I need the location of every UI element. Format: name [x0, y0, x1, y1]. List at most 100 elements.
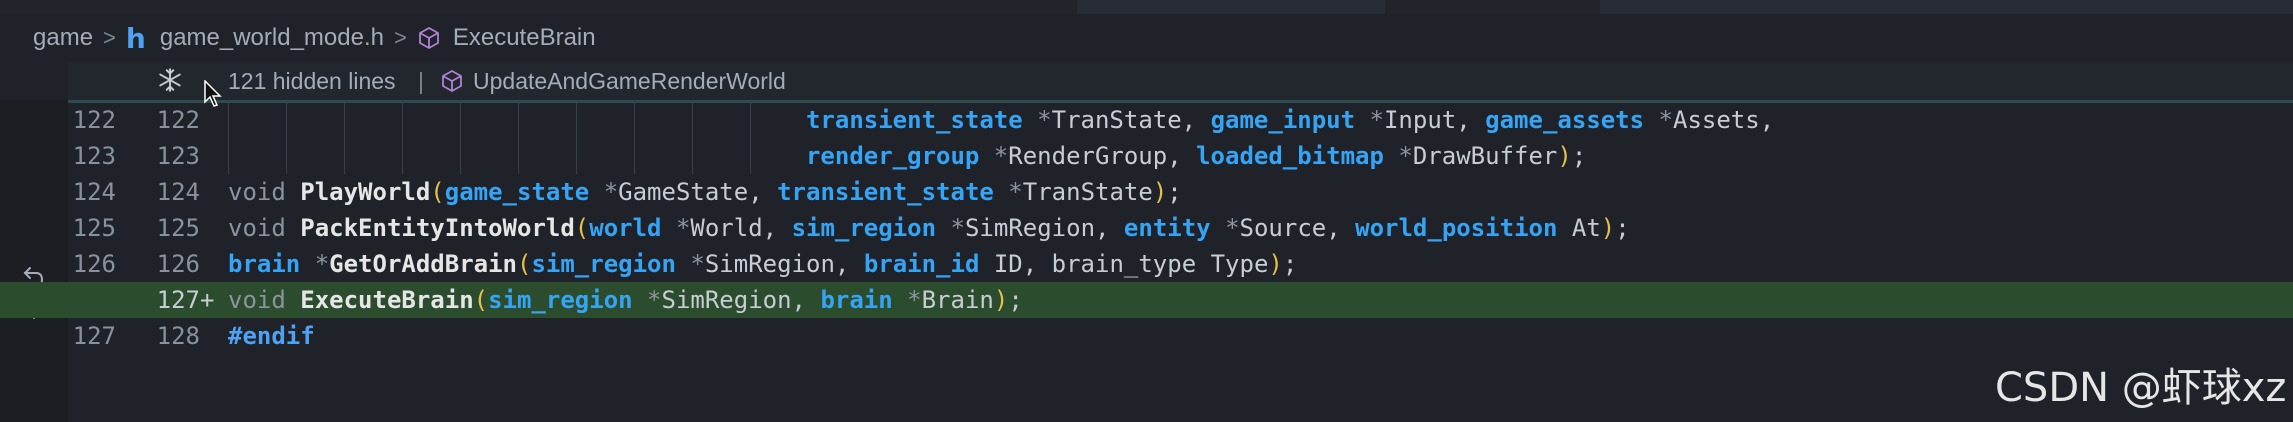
- cube-icon: [442, 70, 462, 92]
- indent-guide: [286, 102, 287, 174]
- code-token: *: [936, 214, 965, 242]
- code-token: Assets,: [1673, 106, 1775, 134]
- breadcrumb-item-symbol[interactable]: ExecuteBrain: [417, 24, 596, 52]
- indent-guide: [576, 102, 577, 174]
- code-token: TranState,: [1051, 106, 1211, 134]
- indent-guide: [634, 102, 635, 174]
- code-line[interactable]: 126 126 brain *GetOrAddBrain(sim_region *S…: [0, 246, 2293, 282]
- code-token: SimRegion,: [704, 250, 864, 278]
- line-number-modified: 122: [156, 106, 200, 134]
- indent-guide: [344, 102, 345, 174]
- code-token: game_input: [1210, 106, 1356, 134]
- code-token: *: [1355, 106, 1384, 134]
- line-number-original: 126: [72, 250, 116, 278]
- code-token: Brain: [921, 286, 994, 314]
- code-token: *: [632, 286, 662, 314]
- indent-guide: [692, 102, 693, 174]
- code-token: ID, brain_type Type: [979, 250, 1269, 278]
- code-token: World,: [690, 214, 792, 242]
- breadcrumb-label: game: [33, 24, 94, 51]
- code-token: PlayWorld: [300, 178, 431, 206]
- indent-guide: [228, 102, 229, 174]
- code-token: ;: [1282, 250, 1298, 278]
- code-token: sim_region: [531, 250, 676, 278]
- code-token: *: [1022, 106, 1052, 134]
- line-number-modified: 123: [156, 142, 200, 170]
- code-token: (: [473, 286, 489, 314]
- code-text: render_group *RenderGroup, loaded_bitmap…: [228, 138, 1586, 174]
- indent-guide: [460, 102, 461, 174]
- code-token: At: [1557, 214, 1601, 242]
- hidden-lines-bar[interactable]: 121 hidden lines | UpdateAndGameRenderWo…: [68, 62, 2293, 107]
- code-token: ): [993, 286, 1009, 314]
- code-token: *: [1644, 106, 1673, 134]
- code-line[interactable]: 127 128 #endif: [0, 318, 2293, 354]
- code-token: sim_region: [488, 286, 633, 314]
- code-token: ): [1268, 250, 1283, 278]
- code-text: brain *GetOrAddBrain(sim_region *SimRegi…: [228, 246, 1297, 282]
- watermark: CSDN @虾球xz: [1995, 365, 2287, 411]
- code-token: *: [589, 178, 619, 206]
- code-token: ;: [1167, 178, 1182, 206]
- chevron-right-icon: >: [103, 25, 116, 50]
- code-line[interactable]: 125 125 void PackEntityIntoWorld(world *Wo…: [0, 210, 2293, 246]
- code-token: *: [1210, 214, 1240, 242]
- code-token: brain_id: [863, 250, 980, 278]
- code-text: void ExecuteBrain(sim_region *SimRegion,…: [228, 282, 1023, 318]
- line-number-modified: 126: [156, 250, 200, 278]
- code-token: SimRegion,: [661, 286, 821, 314]
- code-token: *: [661, 214, 691, 242]
- code-token: *: [1383, 142, 1413, 170]
- code-token: GetOrAddBrain: [329, 250, 517, 278]
- code-token: SimRegion,: [964, 214, 1124, 242]
- unfold-icon[interactable]: [157, 67, 183, 93]
- breadcrumb-label: ExecuteBrain: [452, 24, 596, 51]
- code-token: *: [300, 250, 330, 278]
- code-text: void PackEntityIntoWorld(world *World, s…: [228, 210, 1630, 246]
- code-token: Input,: [1383, 106, 1486, 134]
- code-token: world_position: [1355, 214, 1558, 242]
- code-token: *: [892, 286, 922, 314]
- code-token: ;: [1008, 286, 1023, 314]
- code-token: game_state: [444, 178, 590, 206]
- code-token: TranState: [1022, 178, 1153, 206]
- indent-guide: [518, 102, 519, 174]
- h-file-icon: h: [125, 21, 146, 55]
- code-token: RenderGroup,: [1008, 142, 1197, 170]
- code-token: (: [574, 214, 590, 242]
- line-number-modified: 128: [156, 322, 200, 350]
- sticky-symbol-name[interactable]: UpdateAndGameRenderWorld: [473, 68, 786, 95]
- code-token: GameState,: [618, 178, 778, 206]
- code-token: *: [979, 142, 1009, 170]
- code-token: (: [430, 178, 445, 206]
- code-line[interactable]: 124 124 void PlayWorld(game_state *GameSta…: [0, 174, 2293, 210]
- hidden-lines-label: 121 hidden lines: [228, 67, 396, 94]
- code-token: ): [1152, 178, 1168, 206]
- code-token: ): [1557, 142, 1572, 170]
- code-token: sim_region: [791, 214, 937, 242]
- cube-icon: [418, 27, 439, 49]
- tab-strip-segment: [1077, 0, 1385, 14]
- added-code-line[interactable]: 127 + void ExecuteBrain(sim_region *SimReg…: [0, 282, 2293, 318]
- code-token: ;: [1571, 142, 1587, 170]
- code-token: *: [675, 250, 705, 278]
- breadcrumb-item-file[interactable]: h game_world_mode.h: [126, 22, 384, 55]
- code-token: void: [228, 286, 301, 314]
- line-number-modified: 125: [156, 214, 200, 242]
- code-token: ;: [1615, 214, 1630, 242]
- line-number-modified: 124: [156, 178, 200, 206]
- breadcrumb-label: game_world_mode.h: [159, 24, 384, 51]
- breadcrumb-item-folder[interactable]: game: [33, 24, 93, 52]
- diff-marker: +: [200, 286, 215, 314]
- code-text: #endif: [228, 318, 315, 354]
- code-token: *: [993, 178, 1023, 206]
- code-token: transient_state: [777, 178, 994, 206]
- line-number-original: 124: [72, 178, 116, 206]
- code-token: PackEntityIntoWorld: [300, 214, 575, 242]
- code-token: world: [589, 214, 662, 242]
- code-token: entity: [1123, 214, 1211, 242]
- line-number-original: 123: [72, 142, 116, 170]
- indent-guide: [750, 102, 751, 174]
